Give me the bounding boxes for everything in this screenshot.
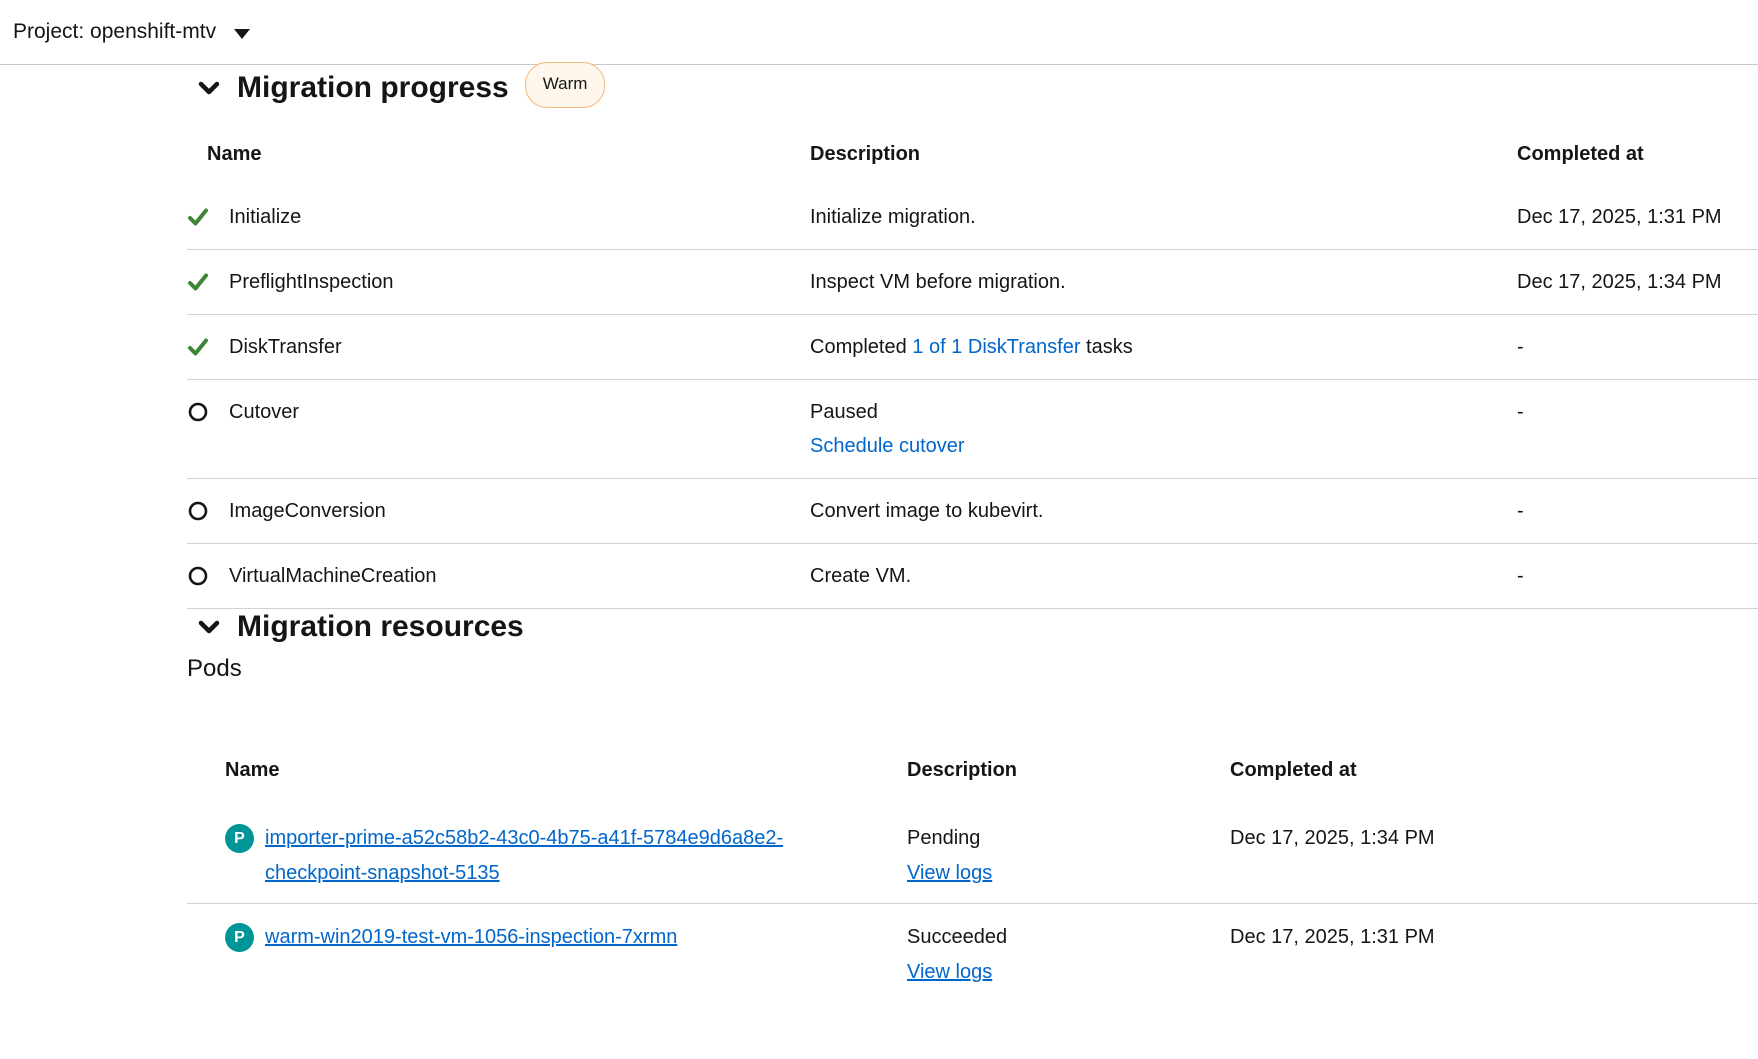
disktransfer-tasks-link[interactable]: 1 of 1 DiskTransfer (912, 336, 1080, 358)
pod-status: Pending (907, 821, 1230, 856)
migration-progress-table: Name Description Completed at Initialize… (187, 117, 1758, 609)
step-name: DiskTransfer (229, 334, 342, 360)
pod-name-link[interactable]: warm-win2019-test-vm-1056-inspection-7xr… (265, 920, 677, 955)
step-completed-at: - (1517, 315, 1758, 379)
pods-subheading: Pods (187, 653, 1758, 685)
table-row: ImageConversion Convert image to kubevir… (187, 479, 1758, 544)
table-row: DiskTransfer Completed 1 of 1 DiskTransf… (187, 315, 1758, 380)
check-icon (187, 206, 209, 228)
table-row: Cutover Paused Schedule cutover - (187, 380, 1758, 479)
table-header-row: Name Description Completed at (187, 117, 1758, 185)
step-description: Initialize migration. (810, 185, 1517, 249)
check-icon (187, 271, 209, 293)
table-header-row: Name Description Completed at (187, 685, 1758, 799)
column-header-description: Description (907, 685, 1230, 799)
step-completed-at: Dec 17, 2025, 1:31 PM (1517, 185, 1758, 249)
migration-progress-title: Migration progress (237, 70, 509, 106)
pending-circle-icon (187, 500, 209, 522)
step-completed-at: - (1517, 544, 1758, 608)
project-selector[interactable]: Project: openshift-mtv (13, 20, 250, 44)
top-bar: Project: openshift-mtv (0, 0, 1758, 65)
step-description: Create VM. (810, 544, 1517, 608)
table-row: PreflightInspection Inspect VM before mi… (187, 250, 1758, 315)
pending-circle-icon (187, 401, 209, 423)
migration-resources-header[interactable]: Migration resources (187, 609, 1758, 645)
step-completed-at: - (1517, 380, 1758, 478)
page: Project: openshift-mtv Migration progres… (0, 0, 1758, 1059)
column-header-name: Name (187, 685, 907, 799)
description-text: Completed (810, 336, 912, 358)
pending-circle-icon (187, 565, 209, 587)
pods-table: Name Description Completed at P importer… (187, 685, 1758, 990)
migration-progress-header[interactable]: Migration progress Warm (187, 65, 1758, 111)
column-header-completed-at: Completed at (1517, 117, 1758, 185)
step-description: Convert image to kubevirt. (810, 479, 1517, 543)
view-logs-link[interactable]: View logs (907, 961, 992, 983)
description-text: Paused (810, 399, 1517, 425)
table-row: Initialize Initialize migration. Dec 17,… (187, 185, 1758, 250)
step-completed-at: - (1517, 479, 1758, 543)
warm-badge: Warm (525, 62, 606, 108)
description-text: tasks (1080, 336, 1132, 358)
table-row: VirtualMachineCreation Create VM. - (187, 544, 1758, 609)
step-name: VirtualMachineCreation (229, 563, 437, 589)
pod-status: Succeeded (907, 920, 1230, 955)
step-description: Inspect VM before migration. (810, 250, 1517, 314)
chevron-down-icon[interactable] (197, 615, 221, 639)
pod-badge-icon: P (225, 923, 254, 952)
table-row: P warm-win2019-test-vm-1056-inspection-7… (187, 904, 1758, 990)
column-header-description: Description (810, 117, 1517, 185)
pod-completed-at: Dec 17, 2025, 1:31 PM (1230, 904, 1758, 990)
step-name: Initialize (229, 204, 301, 230)
pod-name-link[interactable]: importer-prime-a52c58b2-43c0-4b75-a41f-5… (265, 821, 825, 891)
project-selector-label: Project: openshift-mtv (13, 20, 216, 44)
chevron-down-icon[interactable] (197, 76, 221, 100)
table-row: P importer-prime-a52c58b2-43c0-4b75-a41f… (187, 799, 1758, 904)
step-description: Completed 1 of 1 DiskTransfer tasks (810, 315, 1517, 379)
step-completed-at: Dec 17, 2025, 1:34 PM (1517, 250, 1758, 314)
main-content: Migration progress Warm Name Description… (187, 65, 1758, 990)
column-header-completed-at: Completed at (1230, 685, 1758, 799)
step-description: Paused Schedule cutover (810, 380, 1517, 478)
check-icon (187, 336, 209, 358)
pod-badge-icon: P (225, 824, 254, 853)
pod-description: Pending View logs (907, 799, 1230, 903)
pod-description: Succeeded View logs (907, 904, 1230, 990)
caret-down-icon (234, 29, 250, 39)
step-name: ImageConversion (229, 498, 386, 524)
step-name: Cutover (229, 399, 299, 425)
view-logs-link[interactable]: View logs (907, 862, 992, 884)
pod-completed-at: Dec 17, 2025, 1:34 PM (1230, 799, 1758, 903)
column-header-name: Name (187, 117, 810, 185)
step-name: PreflightInspection (229, 269, 394, 295)
migration-resources-title: Migration resources (237, 609, 524, 645)
schedule-cutover-link[interactable]: Schedule cutover (810, 435, 965, 457)
